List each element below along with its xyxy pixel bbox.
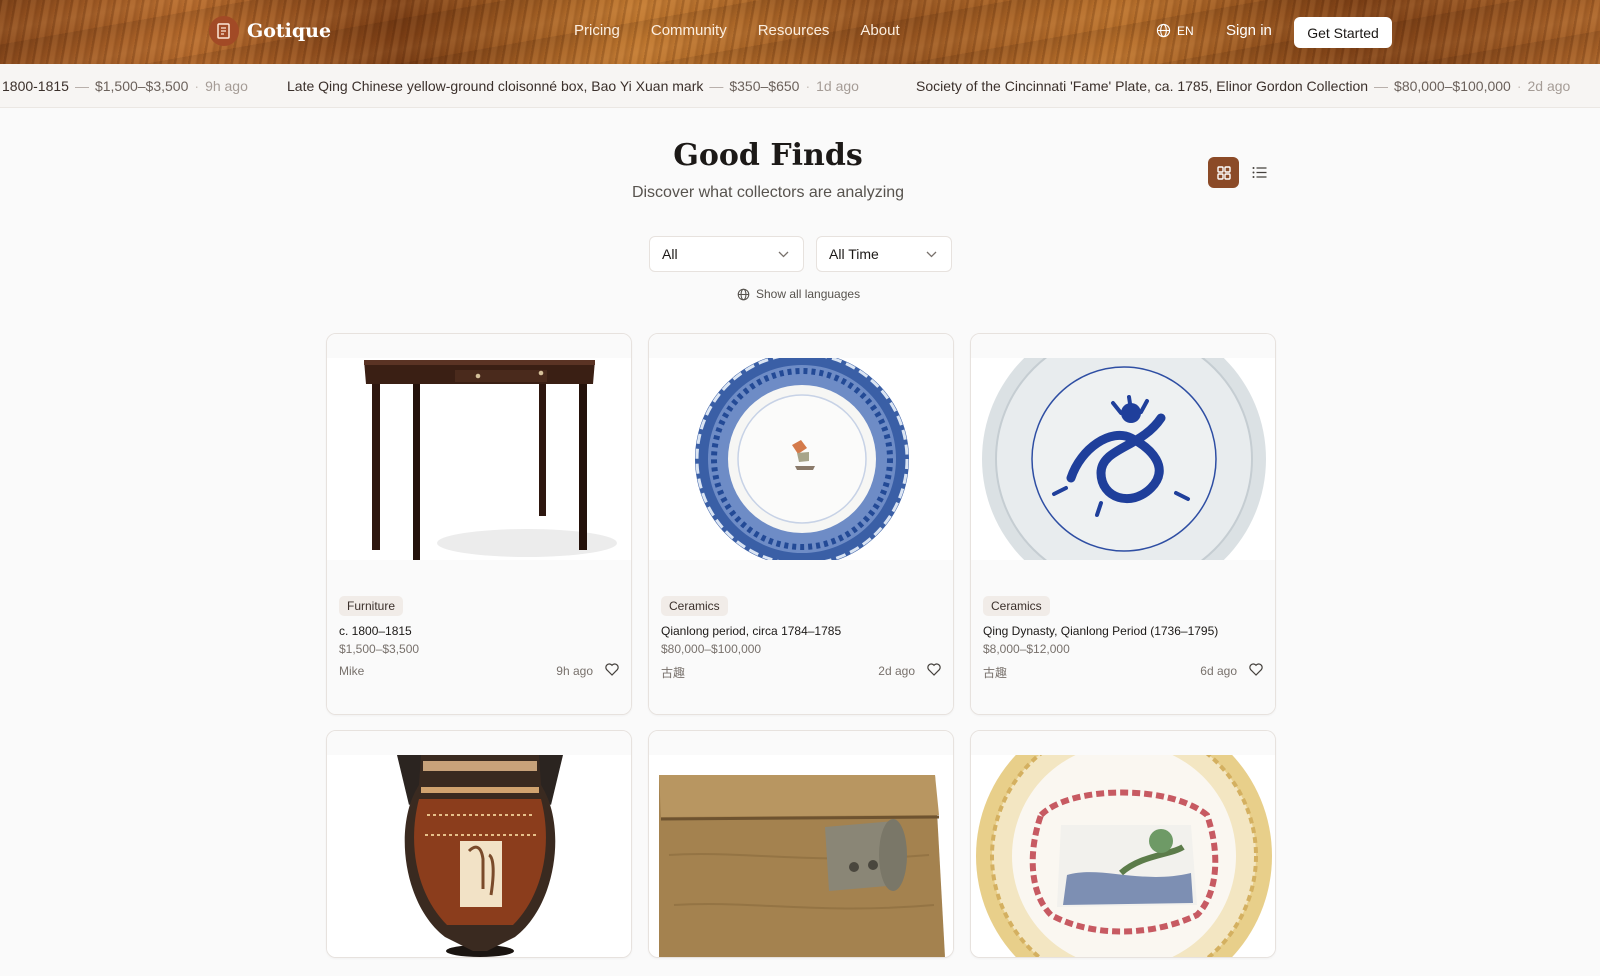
time-select[interactable]: All Time — [816, 236, 952, 272]
card-price: $1,500–$3,500 — [339, 642, 420, 656]
chevron-down-icon — [778, 251, 789, 257]
card-image-wooden-box — [649, 755, 953, 957]
page-subtitle: Discover what collectors are analyzing — [631, 184, 905, 201]
card-time: 6d ago — [1200, 664, 1237, 678]
card-title: c. 1800–1815 — [339, 624, 412, 638]
card-image-table — [327, 358, 631, 560]
ticker-separator: — — [709, 78, 724, 94]
globe-icon — [737, 288, 750, 300]
heart-icon[interactable] — [605, 663, 619, 676]
ticker-title: 1800-1815 — [2, 78, 69, 94]
brand-name: Gotique — [247, 20, 332, 42]
list-view-icon — [1252, 167, 1267, 178]
ticker-title: Late Qing Chinese yellow-ground cloisonn… — [287, 78, 704, 94]
nav-about[interactable]: About — [860, 22, 899, 39]
ticker-time: 2d ago — [1527, 78, 1571, 94]
main-nav: Pricing Community Resources About — [574, 22, 900, 39]
category-badge: Ceramics — [661, 596, 728, 616]
grid-view-button[interactable] — [1208, 157, 1239, 188]
ticker-separator: — — [1374, 78, 1389, 94]
globe-icon — [1156, 23, 1171, 38]
category-select[interactable]: All — [649, 236, 804, 272]
ticker-price: $350–$650 — [729, 78, 800, 94]
category-badge: Furniture — [339, 596, 404, 616]
find-card[interactable]: Ceramics Qianlong period, circa 1784–178… — [648, 333, 954, 715]
find-card[interactable]: Furniture c. 1800–1815 $1,500–$3,500 Mik… — [326, 333, 632, 715]
ticker-item[interactable]: Society of the Cincinnati 'Fame' Plate, … — [916, 78, 1570, 94]
ticker-time: 9h ago — [205, 78, 248, 94]
card-time: 2d ago — [878, 664, 915, 678]
ticker-price: $1,500–$3,500 — [94, 78, 189, 94]
ticker-dot: · — [1516, 78, 1522, 94]
ticker-title: Society of the Cincinnati 'Fame' Plate, … — [916, 78, 1369, 94]
card-author: Mike — [339, 664, 365, 678]
nav-pricing[interactable]: Pricing — [574, 22, 620, 39]
list-view-button[interactable] — [1244, 157, 1275, 188]
ticker-time: 1d ago — [816, 78, 859, 94]
card-title: Qianlong period, circa 1784–1785 — [661, 624, 842, 638]
category-badge: Ceramics — [983, 596, 1050, 616]
show-all-languages-label: Show all languages — [756, 287, 861, 301]
card-image-plate — [649, 358, 953, 560]
card-price: $80,000–$100,000 — [661, 642, 762, 656]
show-all-languages-toggle[interactable]: Show all languages — [737, 287, 860, 301]
ticker-separator: — — [74, 78, 89, 94]
logo[interactable]: Gotique — [209, 16, 331, 46]
language-label: EN — [1177, 23, 1194, 38]
nav-community[interactable]: Community — [651, 22, 727, 39]
ticker-price: $80,000–$100,000 — [1394, 78, 1511, 94]
find-card[interactable]: Ceramics Qing Dynasty, Qianlong Period (… — [970, 333, 1276, 715]
find-card[interactable] — [648, 730, 954, 958]
nav-resources[interactable]: Resources — [758, 22, 830, 39]
card-author: 古趣 — [983, 666, 1008, 680]
grid-view-icon — [1216, 165, 1231, 180]
card-author: 古趣 — [661, 666, 686, 680]
card-image-famille-rose-plate — [971, 755, 1275, 957]
find-card[interactable] — [970, 730, 1276, 958]
find-card[interactable] — [326, 730, 632, 958]
language-switcher[interactable]: EN — [1156, 23, 1194, 38]
site-header: Gotique Pricing Community Resources Abou… — [0, 0, 1600, 64]
card-title: Qing Dynasty, Qianlong Period (1736–1795… — [983, 624, 1219, 638]
recent-ticker: 1800-1815 — $1,500–$3,500 · 9h ago Late Qing… — [0, 64, 1600, 108]
time-select-value: All Time — [829, 246, 879, 262]
ticker-dot: · — [805, 78, 811, 94]
page-title: Good Finds — [673, 138, 863, 173]
logo-icon — [209, 16, 239, 46]
heart-icon[interactable] — [1249, 663, 1263, 676]
get-started-button[interactable]: Get Started — [1294, 17, 1392, 48]
category-select-value: All — [662, 246, 678, 262]
chevron-down-icon — [926, 251, 937, 257]
ticker-item[interactable]: Late Qing Chinese yellow-ground cloisonn… — [287, 78, 859, 94]
card-image-krater-vase — [327, 755, 631, 957]
ticker-item[interactable]: 1800-1815 — $1,500–$3,500 · 9h ago — [2, 78, 248, 94]
heart-icon[interactable] — [927, 663, 941, 676]
card-price: $8,000–$12,000 — [983, 642, 1070, 656]
card-image-dragon-dish — [971, 358, 1275, 560]
sign-in-link[interactable]: Sign in — [1226, 22, 1272, 39]
ticker-dot: · — [194, 78, 200, 94]
card-time: 9h ago — [556, 664, 593, 678]
